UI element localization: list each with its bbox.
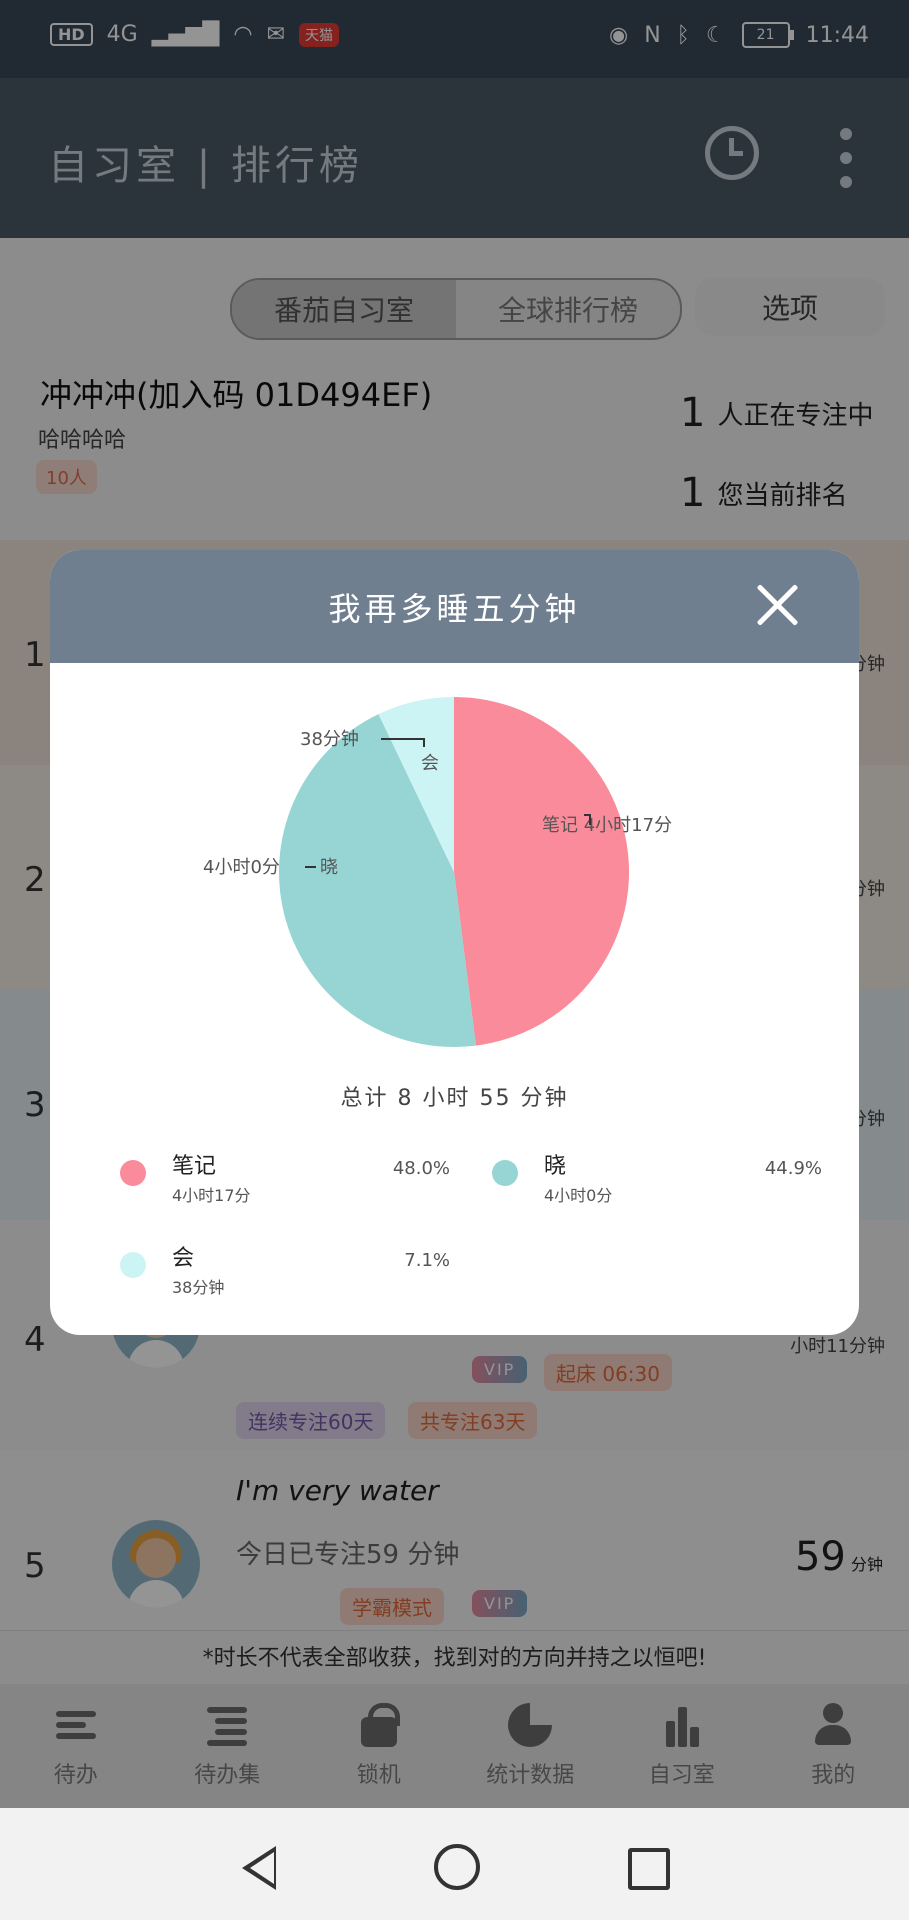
legend-item: 晓 4小时0分 44.9%: [492, 1148, 822, 1208]
legend-name: 晓: [544, 1154, 567, 1179]
legend-item: 笔记 4小时17分 48.0%: [120, 1148, 450, 1208]
legend-duration: 4小时0分: [544, 1186, 613, 1205]
legend-name: 笔记: [172, 1154, 217, 1179]
pie-slice-notes[interactable]: [454, 697, 630, 1046]
legend-item: 会 38分钟 7.1%: [120, 1240, 450, 1300]
pie-label-xiao-value: 4小时0分: [203, 857, 280, 878]
dialog-header: 我再多睡五分钟: [50, 550, 859, 663]
legend-dot: [120, 1252, 146, 1278]
pie-chart: 笔记 4小时17分 4小时0分 晓 38分钟会: [203, 697, 672, 1047]
close-icon[interactable]: [755, 582, 799, 626]
dialog-title: 我再多睡五分钟: [328, 590, 581, 628]
pie-label-hui-name: 会: [421, 753, 439, 774]
statistics-dialog: 我再多睡五分钟 笔记 4小时17分 4小时0分晓 38分钟会 总计 8 小时 55 …: [50, 550, 859, 1335]
legend-duration: 38分钟: [172, 1278, 225, 1297]
system-nav: [0, 1808, 909, 1920]
legend-percent: 7.1%: [404, 1250, 450, 1271]
legend-dot: [120, 1160, 146, 1186]
legend-name: 会: [172, 1246, 195, 1271]
legend-percent: 48.0%: [392, 1158, 450, 1179]
legend-percent: 44.9%: [764, 1158, 822, 1179]
pie-label-hui-value: 38分钟: [300, 729, 359, 750]
pie-label-notes: 笔记 4小时17分: [542, 815, 672, 836]
pie-label-xiao-name: 晓: [320, 857, 338, 878]
home-icon[interactable]: [434, 1844, 480, 1890]
recent-apps-icon[interactable]: [628, 1848, 670, 1890]
back-icon[interactable]: [242, 1846, 276, 1890]
legend-dot: [492, 1160, 518, 1186]
total-duration: 总计 8 小时 55 分钟: [340, 1086, 569, 1111]
legend-duration: 4小时17分: [172, 1186, 251, 1205]
